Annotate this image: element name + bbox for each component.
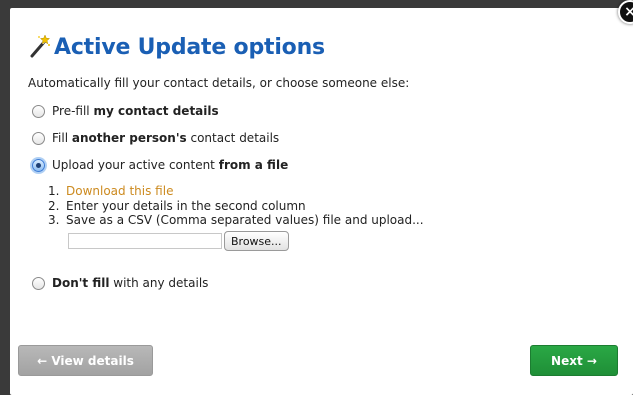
view-details-button[interactable]: ← View details (18, 345, 153, 376)
step-item: 2. Enter your details in the second colum… (48, 198, 306, 213)
option-upload-from-file[interactable]: Upload your active content from a file (32, 158, 288, 172)
option-label: Fill another person's contact details (52, 131, 280, 145)
active-update-dialog: × Active Update options Automatically fi… (10, 0, 633, 395)
file-upload-row: Browse... (68, 231, 289, 251)
option-fill-another-person[interactable]: Fill another person's contact details (32, 131, 279, 145)
radio-upload-from-file[interactable] (32, 158, 45, 172)
dialog-title: Active Update options (54, 34, 325, 60)
dialog-subtitle: Automatically fill your contact details,… (28, 76, 410, 90)
option-prefill-my-details[interactable]: Pre-fill my contact details (32, 104, 219, 118)
option-dont-fill[interactable]: Don't fill with any details (32, 276, 208, 290)
file-path-field[interactable] (68, 233, 222, 249)
next-button[interactable]: Next → (530, 345, 618, 376)
dialog-header: Active Update options (26, 34, 325, 60)
radio-dont-fill[interactable] (32, 276, 45, 290)
radio-fill-another-person[interactable] (32, 131, 45, 145)
option-label: Don't fill with any details (52, 276, 209, 290)
step-item: 1. Download this file (48, 184, 174, 198)
upload-steps-list: 1. Download this file 2. Enter your detail… (48, 184, 424, 228)
download-file-link[interactable]: Download this file (66, 184, 173, 198)
browse-button[interactable]: Browse... (224, 231, 289, 251)
radio-prefill-my-details[interactable] (32, 104, 45, 118)
step-item: 3. Save as a CSV (Comma separated values)… (48, 213, 424, 227)
option-label: Upload your active content from a file (52, 158, 289, 172)
magic-wand-icon (30, 34, 51, 58)
close-button[interactable]: × (618, 0, 633, 24)
option-label: Pre-fill my contact details (52, 104, 219, 118)
